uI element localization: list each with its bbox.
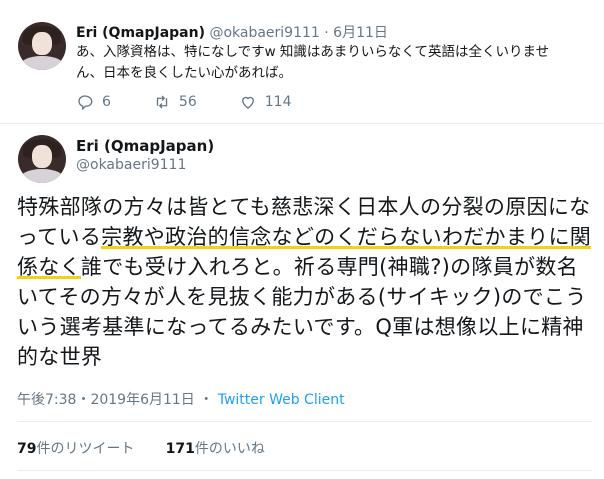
user-handle[interactable]: @okabaeri9111	[76, 157, 214, 173]
like-count: 114	[264, 94, 292, 110]
divider	[17, 421, 592, 422]
retweet-button[interactable]: 56	[153, 93, 197, 111]
tweet-actions: 6 56 114	[76, 93, 333, 111]
reply-header: Eri (QmapJapan) @okabaeri9111 · 6月11日	[76, 22, 388, 42]
separator: ·	[324, 25, 329, 41]
reply-icon	[78, 95, 93, 111]
user-handle[interactable]: @okabaeri9111	[209, 25, 319, 41]
heart-icon	[241, 96, 254, 109]
tweet-text-part: 誰でも受け入れろと。祈る専門(神職?)の隊員が数名いてその方々が人を見抜く能力が…	[17, 255, 587, 369]
user-name[interactable]: Eri (QmapJapan)	[76, 137, 214, 155]
retweet-count: 56	[178, 94, 197, 110]
retweets-stat[interactable]: 79件のリツイート	[17, 441, 134, 457]
avatar[interactable]	[18, 135, 66, 183]
avatar[interactable]	[18, 22, 66, 70]
retweet-icon	[156, 95, 168, 109]
main-header: Eri (QmapJapan) @okabaeri9111	[76, 137, 214, 173]
likes-stat[interactable]: 171件のいいね	[166, 441, 265, 457]
user-name[interactable]: Eri (QmapJapan)	[76, 25, 205, 41]
tweet-timestamp[interactable]: 午後7:38・2019年6月11日	[17, 392, 195, 408]
tweet-meta: 午後7:38・2019年6月11日 ・ Twitter Web Client	[17, 392, 345, 408]
reply-button[interactable]: 6	[76, 93, 111, 111]
source-client-link[interactable]: Twitter Web Client	[218, 392, 345, 408]
reply-count: 6	[102, 94, 111, 110]
tweet-date[interactable]: 6月11日	[333, 25, 388, 41]
reply-tweet[interactable]: Eri (QmapJapan) @okabaeri9111 · 6月11日 あ、…	[0, 0, 604, 124]
reply-text: あ、入隊資格は、特になしですw 知識はあまりいらなくて英語は全くいりません、日本…	[76, 44, 550, 81]
main-tweet-text: 特殊部隊の方々は皆とても慈悲深く日本人の分裂の原因になっている宗教や政治的信念な…	[17, 192, 592, 372]
tweet-stats: 79件のリツイート 171件のいいね	[17, 438, 265, 458]
divider	[17, 470, 592, 471]
like-button[interactable]: 114	[239, 93, 292, 111]
